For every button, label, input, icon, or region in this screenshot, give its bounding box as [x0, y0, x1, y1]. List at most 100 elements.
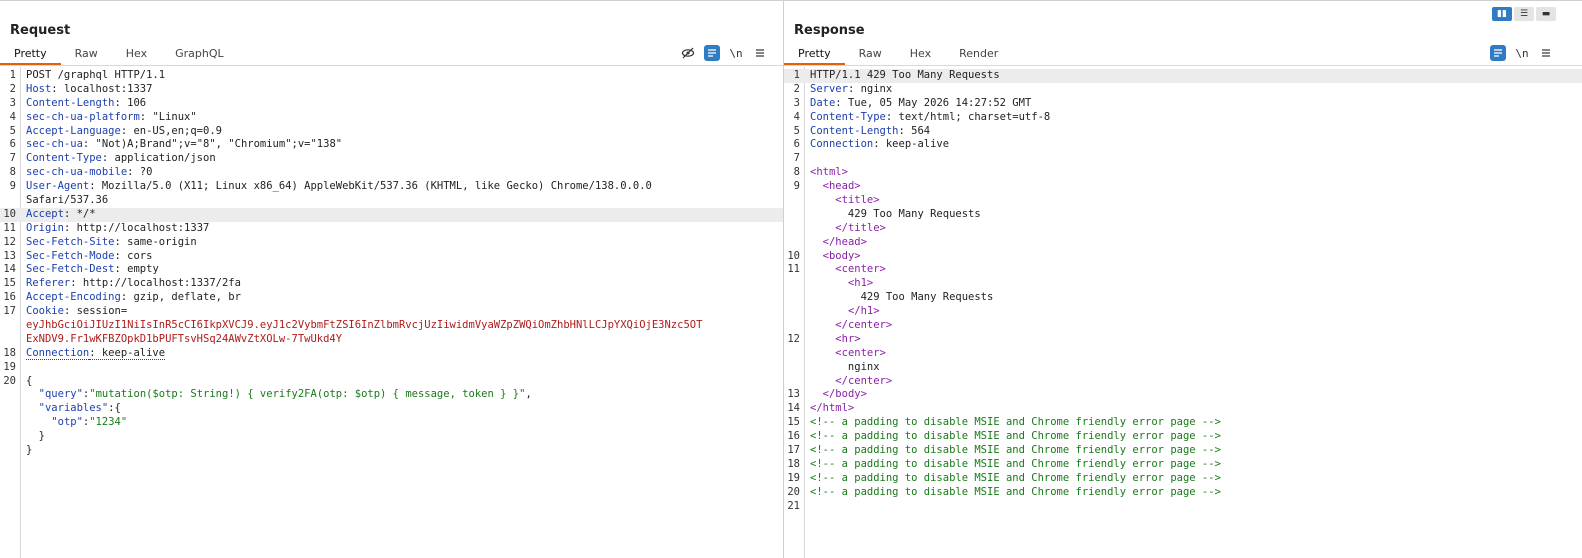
- header-value: : session=: [63, 305, 128, 318]
- header-value: : nginx: [847, 82, 893, 95]
- line-content: "variables":{: [26, 402, 121, 416]
- line-number: 1: [793, 69, 800, 81]
- code-line: 20 <!-- a padding to disable MSIE and Chr…: [784, 486, 1582, 500]
- code-line: 21: [784, 500, 1582, 514]
- code-line: </title>: [784, 222, 1582, 236]
- header-name: Cookie: [26, 305, 64, 318]
- code-line: 12 Sec-Fetch-Site: same-origin: [0, 236, 783, 250]
- header-name: Server: [810, 82, 848, 95]
- header-name: Content-Length: [810, 124, 899, 137]
- tab-response-pretty[interactable]: Pretty: [784, 44, 845, 65]
- code-line: 7: [784, 152, 1582, 166]
- tab-response-render[interactable]: Render: [945, 44, 1012, 63]
- line-content: <!-- a padding to disable MSIE and Chrom…: [810, 444, 1221, 458]
- line-content: Content-Type: text/html; charset=utf-8: [810, 111, 1050, 125]
- line-number: 2: [9, 82, 16, 95]
- line-number: 13: [3, 249, 16, 262]
- html-comment: <!-- a padding to disable MSIE and Chrom…: [810, 444, 1221, 457]
- line-number: 6: [9, 138, 16, 151]
- header-value: : Tue, 05 May 2026 14:27:52 GMT: [835, 96, 1032, 109]
- menu-icon[interactable]: [1538, 45, 1554, 61]
- newline-icon[interactable]: \n: [728, 45, 744, 61]
- header-name: Connection: [810, 138, 874, 151]
- line-content: </center>: [810, 319, 892, 333]
- code-line: 18 <!-- a padding to disable MSIE and Chr…: [784, 458, 1582, 472]
- line-text: 429 Too Many Requests: [810, 291, 994, 304]
- line-number: 5: [9, 124, 16, 137]
- header-value: : empty: [114, 263, 159, 276]
- line-number: 19: [3, 360, 16, 373]
- tab-request-pretty[interactable]: Pretty: [0, 44, 61, 65]
- response-title: Response: [794, 23, 865, 38]
- line-number: 10: [3, 207, 16, 220]
- line-content: <title>: [810, 194, 880, 208]
- hide-icon[interactable]: [680, 45, 696, 61]
- header-value: : ?0: [127, 166, 153, 179]
- code-line: }: [0, 430, 783, 444]
- header-name: Origin: [26, 221, 64, 234]
- line-number: 17: [3, 305, 16, 318]
- line-number: 9: [9, 180, 16, 193]
- line-number: 11: [3, 221, 16, 234]
- request-tabs-rule: [0, 65, 783, 66]
- code-line: 16 Accept-Encoding: gzip, deflate, br: [0, 291, 783, 305]
- line-content: <hr>: [810, 333, 860, 347]
- header-name: Accept-Encoding: [26, 291, 121, 304]
- header-name: Referer: [26, 277, 71, 290]
- tab-request-raw[interactable]: Raw: [61, 44, 112, 63]
- tab-response-hex[interactable]: Hex: [896, 44, 945, 63]
- html-tag: </h1>: [847, 305, 880, 318]
- header-name: Content-Type: [810, 110, 886, 123]
- wrap-icon[interactable]: [1490, 45, 1506, 61]
- line-number: 16: [787, 430, 800, 443]
- line-content: Content-Length: 106: [26, 97, 146, 111]
- line-number: 6: [793, 138, 800, 151]
- header-name: Content-Type: [26, 152, 102, 165]
- line-text: {: [26, 374, 33, 387]
- menu-icon[interactable]: [752, 45, 768, 61]
- line-number: 9: [793, 180, 800, 193]
- code-line: 4 Content-Type: text/html; charset=utf-8: [784, 111, 1582, 125]
- request-editor[interactable]: 1 POST /graphql HTTP/1.1 2 Host: localhost:…: [0, 67, 783, 558]
- header-value: : application/json: [101, 152, 216, 165]
- code-line: 19: [0, 361, 783, 375]
- header-value: : localhost:1337: [51, 82, 153, 95]
- line-content: Safari/537.36: [26, 194, 108, 208]
- line-content: Connection: keep-alive: [810, 138, 949, 152]
- code-line: 17 <!-- a padding to disable MSIE and Chr…: [784, 444, 1582, 458]
- tab-response-raw[interactable]: Raw: [845, 44, 896, 63]
- code-line: nginx: [784, 361, 1582, 375]
- line-number: 16: [3, 291, 16, 304]
- line-number: 3: [9, 96, 16, 109]
- header-value: : http://localhost:1337/2fa: [70, 277, 241, 290]
- line-content: Accept-Encoding: gzip, deflate, br: [26, 291, 241, 305]
- tab-request-hex[interactable]: Hex: [112, 44, 161, 63]
- response-editor[interactable]: 1 HTTP/1.1 429 Too Many Requests 2 Server: …: [784, 67, 1582, 558]
- code-line: 7 Content-Type: application/json: [0, 152, 783, 166]
- line-content: nginx: [810, 361, 880, 375]
- code-line: </head>: [784, 236, 1582, 250]
- line-number: 8: [9, 166, 16, 179]
- line-number: 17: [787, 444, 800, 457]
- line-content: POST /graphql HTTP/1.1: [26, 69, 165, 83]
- html-tag: <title>: [835, 194, 880, 207]
- header-name: Host: [26, 82, 52, 95]
- line-number: 7: [793, 152, 800, 165]
- response-tabs: Pretty Raw Hex Render: [784, 44, 1012, 65]
- code-line: 15 Referer: http://localhost:1337/2fa: [0, 277, 783, 291]
- code-line: 6 Connection: keep-alive: [784, 138, 1582, 152]
- code-line: 8 sec-ch-ua-mobile: ?0: [0, 166, 783, 180]
- line-number: 13: [787, 388, 800, 401]
- line-content: 429 Too Many Requests: [810, 208, 981, 222]
- line-content: <center>: [810, 347, 886, 361]
- line-content: <h1>: [810, 277, 873, 291]
- code-line: 2 Host: localhost:1337: [0, 83, 783, 97]
- code-line: 13 Sec-Fetch-Mode: cors: [0, 250, 783, 264]
- tab-request-graphql[interactable]: GraphQL: [161, 44, 238, 63]
- newline-icon[interactable]: \n: [1514, 45, 1530, 61]
- header-name: Accept: [26, 207, 64, 220]
- line-content: Host: localhost:1337: [26, 83, 152, 97]
- wrap-icon[interactable]: [704, 45, 720, 61]
- html-tag: </body>: [822, 388, 867, 401]
- line-content: ExNDV9.Fr1wKFBZOpkD1bPUFTsvHSq24AWvZtXOL…: [26, 333, 342, 347]
